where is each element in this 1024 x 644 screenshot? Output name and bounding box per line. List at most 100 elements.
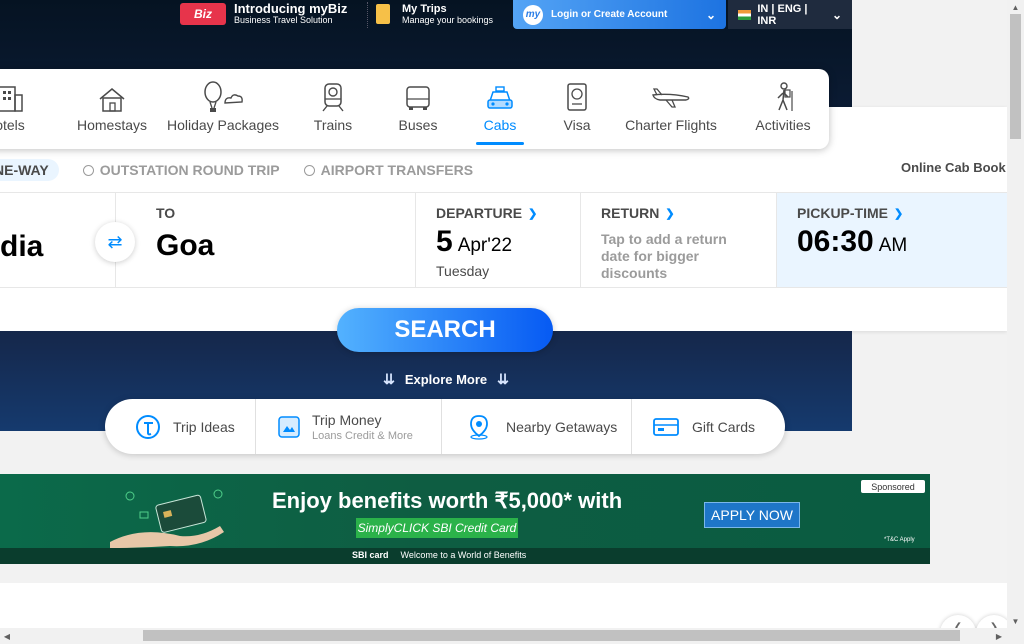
nav-label-holiday-packages: Holiday Packages (166, 117, 280, 133)
pickup-time-field[interactable]: PICKUP-TIME ❯ 06:30 AM (777, 193, 1007, 287)
quick-link-trip-ideas[interactable]: Trip Ideas (105, 399, 256, 454)
nav-item-trains[interactable]: Trains (310, 81, 356, 147)
nav-item-charter-flights[interactable]: Charter Flights (625, 81, 717, 147)
my-trips-title: My Trips (402, 3, 447, 15)
apply-now-button[interactable]: APPLY NOW (704, 502, 800, 528)
mybiz-logo: Biz (180, 3, 226, 25)
user-avatar-icon: my (523, 4, 543, 25)
active-tab-indicator (476, 142, 524, 145)
cab-icon (487, 86, 513, 109)
departure-date-field[interactable]: DEPARTURE ❯ 5 Apr'22 Tuesday (416, 193, 581, 287)
india-flag-icon (738, 9, 752, 20)
home-icon (99, 88, 125, 112)
my-trips-subtitle: Manage your bookings (402, 15, 494, 25)
nav-label-buses: Buses (398, 117, 438, 133)
chevron-right-icon: ❯ (894, 207, 904, 220)
sbi-card-logo: SBI card (352, 550, 389, 560)
trip-type-outstation-round-trip[interactable]: OUTSTATION ROUND TRIP (82, 162, 280, 178)
quick-link-gift-cards[interactable]: Gift Cards (632, 399, 782, 454)
departure-label-row: DEPARTURE ❯ (436, 205, 560, 221)
nav-item-hotels[interactable]: otels (0, 81, 40, 147)
nav-item-homestays[interactable]: Homestays (72, 81, 152, 147)
sbi-card-ad-banner[interactable]: Enjoy benefits worth ₹5,000* with Simply… (0, 474, 930, 564)
swap-cities-button[interactable]: ⇄ (95, 222, 135, 262)
language-currency-selector[interactable]: IN | ENG | INR ⌄ (728, 0, 852, 29)
balloon-icon (204, 81, 243, 112)
departure-month: Apr'22 (457, 235, 513, 256)
from-city-value: dia (0, 230, 44, 263)
trip-type-airport-transfers[interactable]: AIRPORT TRANSFERS (303, 162, 473, 178)
quick-link-label: Trip Money (312, 411, 382, 428)
banner-footer: SBI card Welcome to a World of Benefits (352, 550, 526, 560)
nav-label-cabs: Cabs (483, 117, 517, 133)
language-label: IN | ENG | INR (757, 2, 808, 27)
double-chevron-down-icon: ⇊ (497, 370, 509, 387)
departure-day: 5 (436, 225, 453, 258)
trip-ideas-icon (136, 414, 160, 439)
quick-link-label: Trip Ideas (173, 418, 235, 435)
trip-money-icon (278, 415, 300, 438)
nav-item-holiday-packages[interactable]: Holiday Packages (166, 81, 280, 147)
radio-icon (82, 164, 94, 176)
plane-icon (652, 88, 690, 108)
sponsored-label: Sponsored (871, 481, 915, 492)
online-cab-booking-text: Online Cab Book (901, 160, 1006, 175)
quick-link-label: Gift Cards (692, 418, 756, 435)
nav-label-homestays: Homestays (76, 117, 148, 133)
chevron-down-icon: ⌄ (705, 7, 716, 22)
to-city-field[interactable]: TO Goa (116, 193, 416, 287)
scroll-up-arrow-icon[interactable]: ▲ (1007, 0, 1024, 14)
banner-card-name: SimplyCLICK SBI Credit Card (356, 518, 518, 538)
mybiz-title: Introducing myBiz (234, 1, 348, 16)
explore-more-toggle[interactable]: ⇊ Explore More ⇊ (376, 370, 516, 388)
return-date-field[interactable]: RETURN ❯ Tap to add a return date for bi… (581, 193, 777, 287)
nav-item-cabs[interactable]: Cabs (476, 81, 524, 147)
quick-link-nearby-getaways[interactable]: Nearby Getaways (442, 399, 632, 454)
trip-type-outstation-label: OUTSTATION ROUND TRIP (99, 162, 280, 178)
search-button-label: SEARCH (394, 316, 496, 343)
header-divider (367, 2, 368, 28)
return-label-row: RETURN ❯ (601, 205, 756, 221)
scroll-down-arrow-icon[interactable]: ▼ (1007, 614, 1024, 628)
hiker-icon (777, 82, 793, 111)
trip-type-one-way[interactable]: NE-WAY (0, 159, 59, 181)
departure-label: DEPARTURE (436, 205, 523, 221)
chevron-down-icon: ❯ (528, 207, 538, 220)
banner-headline: Enjoy benefits worth ₹5,000* with (272, 488, 623, 513)
double-chevron-down-icon: ⇊ (383, 370, 395, 387)
trip-type-selector: NE-WAY OUTSTATION ROUND TRIP AIRPORT TRA… (0, 157, 497, 183)
hotel-icon (0, 86, 23, 112)
sponsored-badge: Sponsored (861, 480, 925, 493)
login-label: Login or Create Account (551, 9, 668, 20)
mybiz-subtitle: Business Travel Solution (234, 15, 333, 25)
nav-label-activities: Activities (755, 117, 811, 133)
location-pin-icon (470, 414, 488, 440)
nav-label-trains: Trains (313, 117, 353, 133)
nav-label-visa: Visa (563, 117, 591, 133)
nav-item-activities[interactable]: Activities (750, 81, 816, 147)
my-trips-link[interactable]: My Trips Manage your bookings (376, 0, 493, 28)
apply-now-label: APPLY NOW (711, 507, 793, 523)
nav-label-charter-flights: Charter Flights (625, 117, 717, 133)
chevron-down-icon: ❯ (665, 207, 675, 220)
quick-link-sublabel: Loans Credit & More (312, 429, 413, 442)
nav-item-visa[interactable]: Visa (557, 81, 597, 147)
quick-link-trip-money[interactable]: Trip Money Loans Credit & More (256, 399, 442, 454)
scroll-right-arrow-icon[interactable]: ▶ (992, 628, 1006, 644)
passport-icon (567, 83, 587, 111)
quick-links-bar: Trip Ideas Trip Money Loans Credit & Mor… (105, 399, 785, 454)
departure-date: 5 Apr'22 (436, 227, 560, 261)
pickup-label-row: PICKUP-TIME ❯ (797, 205, 987, 221)
nav-item-buses[interactable]: Buses (395, 81, 441, 147)
pickup-ampm: AM (878, 235, 908, 256)
search-button[interactable]: SEARCH (337, 308, 553, 352)
login-button[interactable]: my Login or Create Account ⌄ (513, 0, 726, 29)
terms-apply-text: *T&C Apply (884, 537, 915, 543)
mybiz-promo[interactable]: Biz Introducing myBiz Business Travel So… (180, 0, 347, 28)
nav-label-hotels: otels (0, 117, 25, 133)
swap-icon: ⇄ (107, 231, 123, 252)
horizontal-scroll-thumb[interactable] (143, 630, 960, 641)
vertical-scroll-thumb[interactable] (1010, 14, 1021, 139)
suitcase-icon (376, 4, 390, 24)
scroll-left-arrow-icon[interactable]: ◀ (0, 628, 14, 644)
